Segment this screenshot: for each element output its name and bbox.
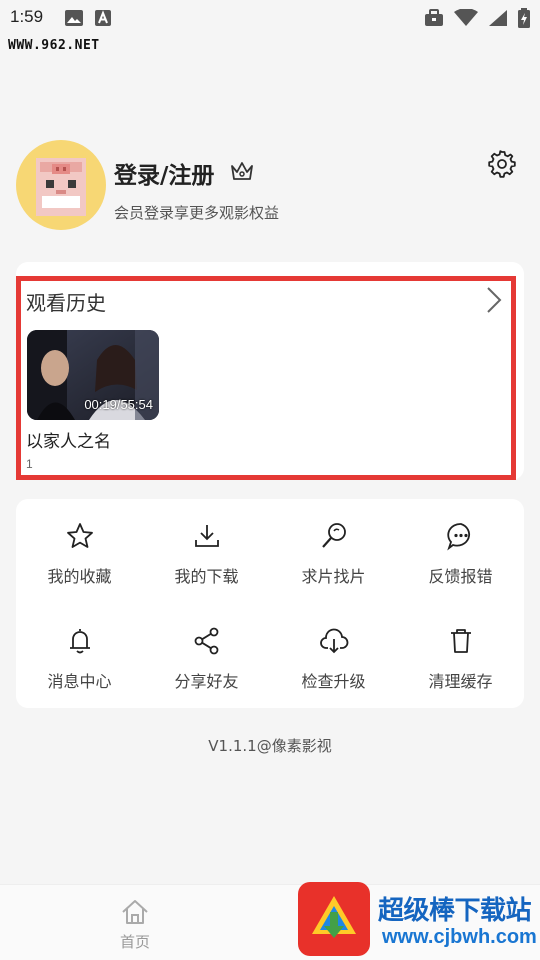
wifi-icon xyxy=(454,9,478,26)
menu-feedback[interactable]: 反馈报错 xyxy=(397,499,524,589)
history-item-title[interactable]: 以家人之名 xyxy=(26,427,111,452)
nav-home-label: 首页 xyxy=(119,933,150,951)
menu-label: 消息中心 xyxy=(47,672,112,691)
status-time: 1:59 xyxy=(10,7,44,26)
nav-home[interactable]: 首页 xyxy=(100,899,170,952)
avatar[interactable] xyxy=(16,140,106,230)
site-watermark: WWW.962.NET xyxy=(8,38,100,53)
function-menu-card: 我的收藏 我的下载 求片找片 反馈报错 消息中心 分享好友 检查升级 清理缓存 xyxy=(16,499,524,708)
chevron-right-icon[interactable] xyxy=(486,286,502,314)
watch-history-title[interactable]: 观看历史 xyxy=(26,287,106,316)
brand-name: 超级棒下载站 xyxy=(378,896,532,926)
menu-label: 反馈报错 xyxy=(428,567,493,586)
profile-header: 登录/注册 会员登录享更多观影权益 xyxy=(16,140,524,232)
download-icon xyxy=(194,525,219,547)
brand-logo xyxy=(298,882,370,956)
app-a-icon xyxy=(95,10,111,26)
app-version: V1.1.1@像素影视 xyxy=(208,737,332,755)
menu-label: 我的收藏 xyxy=(47,567,112,586)
history-thumbnail[interactable]: 00:19/55:54 xyxy=(27,330,159,420)
briefcase-icon xyxy=(425,9,443,26)
signal-icon xyxy=(489,10,507,26)
star-icon xyxy=(66,523,93,548)
cloud-download-icon xyxy=(319,628,348,654)
crown-icon xyxy=(231,162,253,180)
pig-avatar-icon xyxy=(36,158,86,216)
menu-label: 清理缓存 xyxy=(428,672,493,691)
menu-label: 检查升级 xyxy=(301,672,366,691)
watch-progress-time: 00:19/55:54 xyxy=(84,397,153,412)
brand-watermark: 超级棒下载站 www.cjbwh.com xyxy=(298,880,540,960)
history-item-episode: 1 xyxy=(26,457,33,471)
menu-favorites[interactable]: 我的收藏 xyxy=(16,499,143,589)
menu-clear-cache[interactable]: 清理缓存 xyxy=(397,604,524,694)
chat-icon xyxy=(446,523,470,551)
menu-label: 分享好友 xyxy=(174,672,239,691)
trash-icon xyxy=(450,629,471,653)
status-bar: 1:59 xyxy=(0,0,540,36)
brand-url: www.cjbwh.com xyxy=(382,926,537,948)
download-arrow-logo-icon xyxy=(312,896,356,938)
menu-messages[interactable]: 消息中心 xyxy=(16,604,143,694)
menu-request[interactable]: 求片找片 xyxy=(270,499,397,589)
menu-update[interactable]: 检查升级 xyxy=(270,604,397,694)
login-register-link[interactable]: 登录/注册 xyxy=(114,156,214,190)
login-subtitle: 会员登录享更多观影权益 xyxy=(114,204,280,222)
bell-icon xyxy=(69,629,90,654)
battery-icon xyxy=(518,8,530,28)
gear-icon[interactable] xyxy=(488,150,516,178)
share-icon xyxy=(194,627,218,655)
image-icon xyxy=(65,10,83,26)
home-icon xyxy=(122,900,148,924)
menu-downloads[interactable]: 我的下载 xyxy=(143,499,270,589)
menu-label: 求片找片 xyxy=(301,567,366,586)
menu-share[interactable]: 分享好友 xyxy=(143,604,270,694)
menu-label: 我的下载 xyxy=(174,567,239,586)
search-icon xyxy=(321,523,346,548)
